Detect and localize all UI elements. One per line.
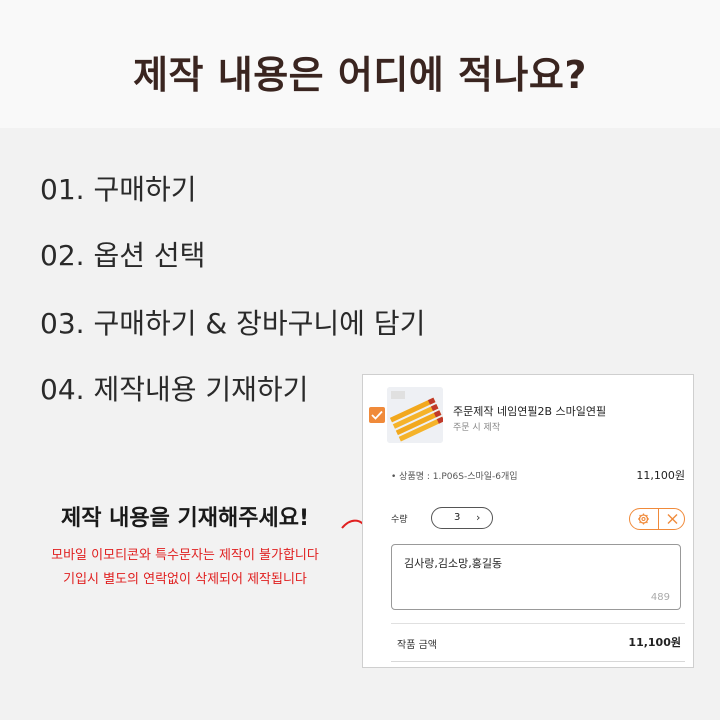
step-item: 04. 제작내용 기재하기: [40, 368, 308, 408]
instruction-title: 제작 내용을 기재해주세요!: [61, 506, 309, 531]
option-settings-button[interactable]: [630, 509, 657, 529]
option-text: • 상품명 : 1.P06S-스마일-6개입: [391, 472, 518, 482]
character-count: 489: [650, 592, 670, 603]
product-subtitle: 주문 시 제작: [453, 423, 501, 433]
cart-item-card: 주문제작 네임연필2B 스마일연필 주문 시 제작 • 상품명 : 1.P06S…: [362, 374, 694, 668]
production-text-value: 김사랑,김소망,홍길동: [404, 557, 503, 570]
item-checkbox[interactable]: [369, 407, 385, 423]
step-label: 구매하기 & 장바구니에 담기: [93, 307, 426, 340]
divider: [391, 661, 685, 662]
quantity-stepper[interactable]: 3 ›: [431, 507, 493, 529]
step-label: 제작내용 기재하기: [93, 373, 309, 406]
step-label: 옵션 선택: [93, 239, 206, 272]
option-price: 11,100원: [636, 469, 685, 482]
notice-line: 기입시 별도의 연락없이 삭제되어 제작됩니다: [63, 572, 307, 587]
product-thumbnail[interactable]: [387, 387, 443, 443]
product-name[interactable]: 주문제작 네임연필2B 스마일연필: [453, 403, 606, 419]
notice-line: 모바일 이모티콘와 특수문자는 제작이 불가합니다: [51, 548, 319, 563]
step-item: 02. 옵션 선택: [40, 234, 205, 274]
total-label: 작품 금액: [397, 640, 437, 651]
option-row: • 상품명 : 1.P06S-스마일-6개입 11,100원: [391, 469, 685, 482]
instruction-block: 제작 내용을 기재해주세요! 모바일 이모티콘와 특수문자는 제작이 불가합니다…: [0, 500, 370, 592]
close-icon: [667, 514, 678, 524]
step-number: 03.: [40, 307, 85, 340]
check-icon: [371, 410, 383, 420]
item-actions: [629, 508, 685, 530]
step-item: 03. 구매하기 & 장바구니에 담기: [40, 302, 425, 342]
chevron-right-icon[interactable]: ›: [476, 511, 480, 524]
divider: [391, 623, 685, 624]
remove-item-button[interactable]: [658, 509, 685, 529]
step-number: 02.: [40, 239, 85, 272]
step-label: 구매하기: [93, 173, 197, 206]
step-number: 04.: [40, 373, 85, 406]
production-text-input[interactable]: 김사랑,김소망,홍길동 489: [391, 544, 681, 610]
page-title: 제작 내용은 어디에 적나요?: [133, 53, 587, 97]
gear-icon: [638, 513, 649, 525]
pencil-product-image: [387, 387, 443, 443]
step-number: 01.: [40, 173, 85, 206]
quantity-value: 3: [454, 512, 461, 523]
header-band: 제작 내용은 어디에 적나요?: [0, 0, 720, 128]
total-value: 11,100원: [628, 636, 681, 649]
quantity-label: 수량: [391, 515, 408, 525]
step-item: 01. 구매하기: [40, 168, 196, 208]
